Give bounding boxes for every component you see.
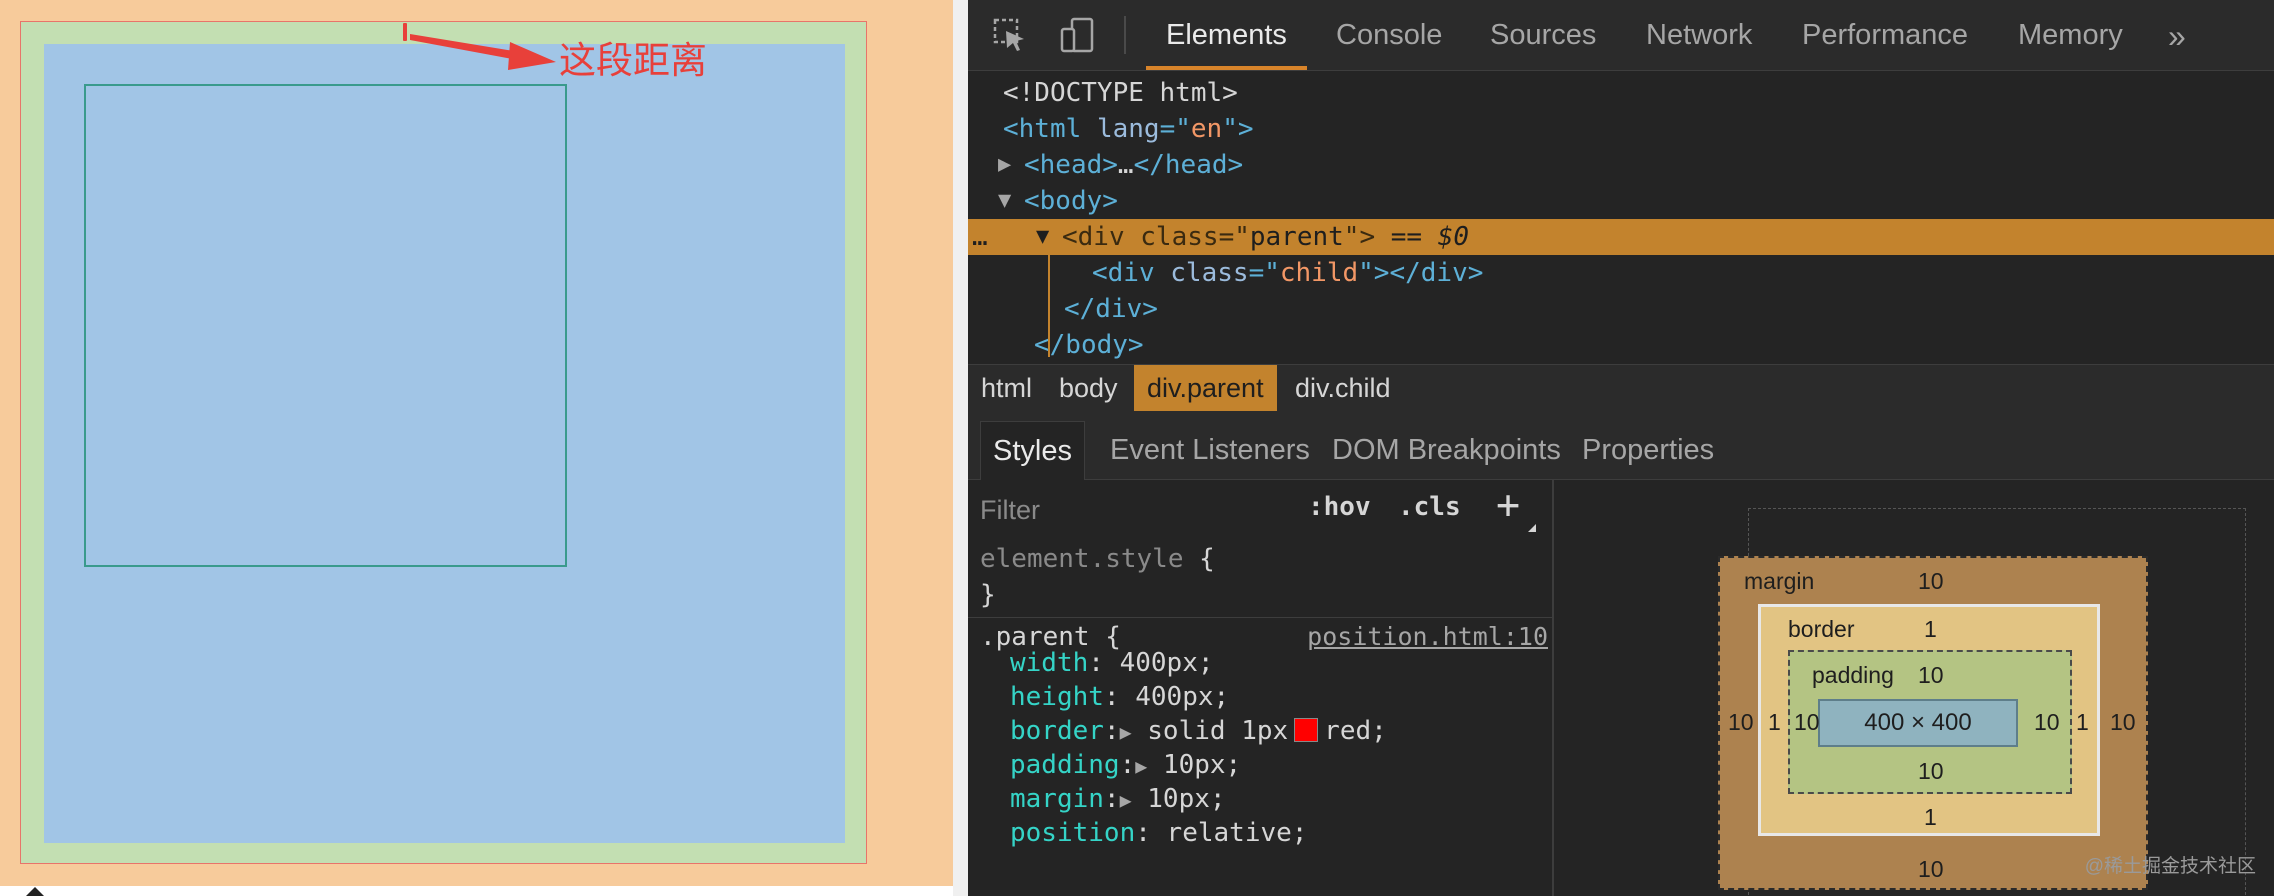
element-style-selector[interactable]: element.style { [980, 542, 1215, 576]
cls-toggle-button[interactable]: .cls [1398, 492, 1461, 522]
annotation-arrow-icon [410, 34, 556, 70]
margin-right-value[interactable]: 10 [2110, 709, 2136, 736]
breadcrumb-div-child[interactable]: div.child [1282, 365, 1404, 411]
element-style-rule: element.style { } [968, 538, 1552, 618]
expand-triangle-icon[interactable]: ▶ [1135, 754, 1147, 778]
expand-triangle-icon[interactable]: ▶ [1120, 788, 1132, 812]
inspect-element-icon[interactable] [992, 17, 1028, 53]
border-top-value[interactable]: 1 [1924, 616, 1937, 643]
device-toolbar-icon[interactable] [1060, 17, 1096, 53]
parent-open-tag: <div class="parent"> == $0 [1062, 222, 1470, 252]
padding-top-value[interactable]: 10 [1918, 662, 1944, 689]
margin-label: margin [1744, 568, 1815, 594]
rendered-page: 这段距离 [0, 0, 953, 896]
div-close-tag: </div> [1064, 294, 1158, 324]
margin-top-value[interactable]: 10 [1918, 568, 1944, 595]
tab-properties[interactable]: Properties [1570, 421, 1726, 479]
cursor-icon [26, 887, 44, 896]
border-left-value[interactable]: 1 [1768, 709, 1781, 736]
selected-guide-line [1048, 253, 1050, 357]
body-open-tag: <body> [1024, 186, 1118, 216]
dom-node-div-close[interactable]: </div> [968, 291, 2274, 327]
toolbar-separator [1124, 16, 1126, 54]
box-model-pane: 400 × 400 margin 10 10 10 10 border 1 1 … [1554, 480, 2274, 896]
expand-triangle-icon[interactable]: ▶ [998, 147, 1011, 183]
border-bottom-value[interactable]: 1 [1924, 804, 1937, 831]
padding-right-value[interactable]: 10 [2034, 709, 2060, 736]
source-link[interactable]: position.html:10 [1307, 622, 1548, 651]
filter-input[interactable] [978, 488, 1282, 532]
distance-marker [403, 23, 407, 41]
padding-label: padding [1812, 662, 1894, 688]
parent-style-rule: .parent { position.html:10 width: 400px;… [968, 620, 1552, 896]
dom-node-body[interactable]: ▼ <body> [968, 183, 2274, 219]
element-style-close: } [980, 580, 996, 610]
tab-memory[interactable]: Memory [2018, 0, 2123, 70]
devtools-panel: Elements Console Sources Network Perform… [968, 0, 2274, 896]
margin-bottom-value[interactable]: 10 [1918, 856, 1944, 883]
collapse-triangle-icon[interactable]: ▼ [1036, 219, 1049, 255]
new-style-rule-button[interactable]: + [1496, 482, 1520, 528]
prop-border[interactable]: border:▶ solid 1px red; [1010, 714, 1387, 748]
panel-divider [953, 0, 968, 896]
prop-position[interactable]: position: relative; [1010, 816, 1307, 850]
breadcrumb-body[interactable]: body [1046, 365, 1131, 411]
child-div-box [84, 84, 567, 567]
more-actions-icon[interactable]: … [972, 219, 988, 255]
prop-height[interactable]: height: 400px; [1010, 680, 1229, 714]
dropdown-corner-icon[interactable] [1528, 524, 1536, 532]
breadcrumb: html body div.parent div.child [968, 364, 2274, 412]
tab-elements[interactable]: Elements [1146, 0, 1307, 70]
dom-node-doctype[interactable]: <!DOCTYPE html> [968, 75, 2274, 111]
dom-tree: <!DOCTYPE html> <html lang="en"> ▶ <head… [968, 71, 2274, 364]
more-tabs-icon[interactable]: » [2168, 16, 2186, 56]
filter-row: :hov .cls + [968, 480, 1552, 538]
box-model-content[interactable]: 400 × 400 [1818, 699, 2018, 747]
tab-network[interactable]: Network [1646, 0, 1752, 70]
doctype-text: <!DOCTYPE html> [1003, 78, 1238, 108]
border-right-value[interactable]: 1 [2076, 709, 2089, 736]
dom-node-head[interactable]: ▶ <head>…</head> [968, 147, 2274, 183]
breadcrumb-div-parent[interactable]: div.parent [1134, 365, 1277, 411]
html-open-tag: <html lang="en"> [1003, 114, 1254, 144]
styles-pane: :hov .cls + element.style { } .parent { … [968, 480, 1554, 896]
padding-left-value[interactable]: 10 [1794, 709, 1820, 736]
prop-margin[interactable]: margin:▶ 10px; [1010, 782, 1226, 816]
collapse-triangle-icon[interactable]: ▼ [998, 183, 1011, 219]
dom-node-div-parent[interactable]: … ▼ <div class="parent"> == $0 [968, 219, 2274, 255]
body-close-tag: </body> [1034, 330, 1144, 360]
margin-left-value[interactable]: 10 [1728, 709, 1754, 736]
annotation-label: 这段距离 [559, 39, 707, 82]
breadcrumb-html[interactable]: html [968, 365, 1045, 411]
watermark: @稀土掘金技术社区 [2084, 856, 2256, 877]
head-node-text: <head>…</head> [1024, 150, 1244, 180]
tab-performance[interactable]: Performance [1802, 0, 1968, 70]
dom-node-div-child[interactable]: <div class="child"></div> [968, 255, 2274, 291]
prop-width[interactable]: width: 400px; [1010, 646, 1214, 680]
dom-node-body-close[interactable]: </body> [968, 327, 2274, 363]
sidebar-tabs: Styles Event Listeners DOM Breakpoints P… [968, 411, 2274, 480]
prop-padding[interactable]: padding:▶ 10px; [1010, 748, 1241, 782]
tab-console[interactable]: Console [1336, 0, 1442, 70]
color-swatch[interactable] [1294, 718, 1319, 742]
tab-event-listeners[interactable]: Event Listeners [1098, 421, 1322, 479]
border-label: border [1788, 616, 1855, 642]
tab-styles[interactable]: Styles [980, 421, 1085, 480]
padding-bottom-value[interactable]: 10 [1918, 758, 1944, 785]
tab-sources[interactable]: Sources [1490, 0, 1596, 70]
expand-triangle-icon[interactable]: ▶ [1120, 720, 1132, 744]
child-tag: <div class="child"></div> [1092, 258, 1484, 288]
hov-toggle-button[interactable]: :hov [1308, 492, 1371, 522]
tab-dom-breakpoints[interactable]: DOM Breakpoints [1320, 421, 1573, 479]
dom-node-html[interactable]: <html lang="en"> [968, 111, 2274, 147]
devtools-toolbar: Elements Console Sources Network Perform… [968, 0, 2274, 71]
